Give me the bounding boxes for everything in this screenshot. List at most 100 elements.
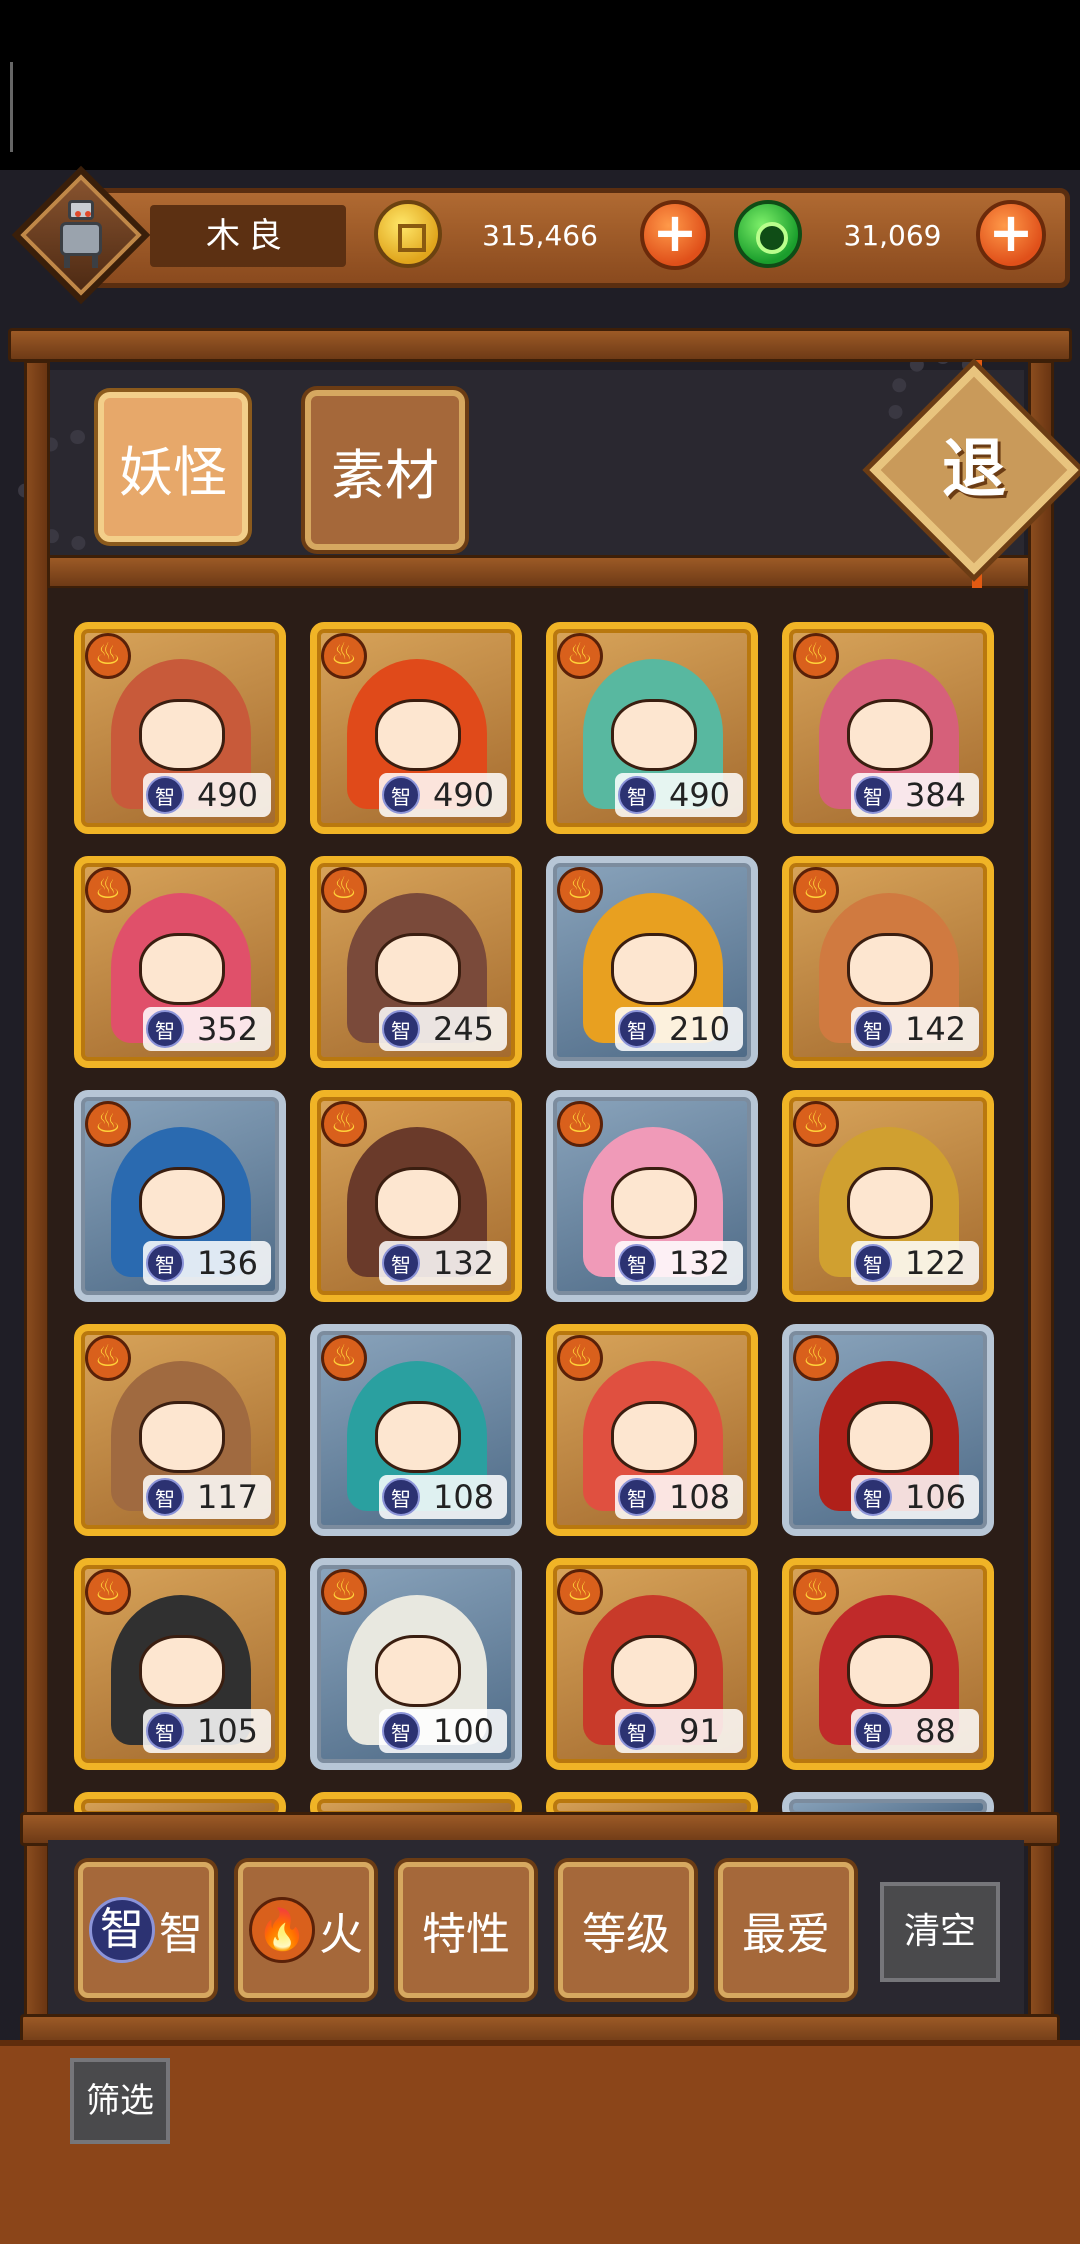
monster-face: [611, 1635, 697, 1707]
monster-card[interactable]: ♨ 智 108: [310, 1324, 522, 1536]
exit-label: 退: [942, 432, 1006, 507]
monster-card[interactable]: ♨ 智 490: [310, 622, 522, 834]
monster-face: [139, 699, 225, 771]
intelligence-icon: 智: [382, 1712, 420, 1750]
monster-card[interactable]: ♨ 智 490: [74, 622, 286, 834]
monster-card[interactable]: ♨ 智 100: [310, 1558, 522, 1770]
fire-icon: ♨: [793, 1569, 839, 1615]
stat-value: 122: [904, 1244, 967, 1282]
stat-value: 88: [915, 1712, 956, 1750]
monster-card[interactable]: ♨ 智 384: [782, 622, 994, 834]
fire-icon: ♨: [793, 867, 839, 913]
fire-icon: ♨: [321, 1569, 367, 1615]
intelligence-stat: 智 91: [615, 1709, 743, 1753]
stat-value: 352: [196, 1010, 259, 1048]
player-avatar[interactable]: [11, 165, 151, 305]
fire-icon: ♨: [321, 633, 367, 679]
fire-icon: ♨: [321, 867, 367, 913]
fire-icon: ♨: [85, 867, 131, 913]
stat-value: 108: [432, 1478, 495, 1516]
filter-favorite-button[interactable]: 最爱: [718, 1862, 854, 1998]
fire-icon: ♨: [557, 1569, 603, 1615]
intelligence-stat: 智 352: [143, 1007, 271, 1051]
fire-icon: ♨: [557, 633, 603, 679]
filter-level-button[interactable]: 等级: [558, 1862, 694, 1998]
stat-value: 490: [668, 776, 731, 814]
monster-card[interactable]: ♨ 智 132: [546, 1090, 758, 1302]
monster-face: [847, 1635, 933, 1707]
intelligence-stat: 智 245: [379, 1007, 507, 1051]
screen-button[interactable]: 筛选: [70, 2058, 170, 2144]
filter-trait-button[interactable]: 特性: [398, 1862, 534, 1998]
monster-face: [847, 699, 933, 771]
monster-face: [139, 933, 225, 1005]
intelligence-stat: 智 108: [615, 1475, 743, 1519]
monster-card[interactable]: ♨ 智 352: [74, 856, 286, 1068]
monster-card[interactable]: ♨ 智 122: [782, 1090, 994, 1302]
intelligence-icon: 智: [146, 1244, 184, 1282]
monster-card[interactable]: ♨ 智 106: [782, 1324, 994, 1536]
intelligence-stat: 智 106: [851, 1475, 979, 1519]
filter-intelligence-button[interactable]: 智 智: [78, 1862, 214, 1998]
fire-icon: ♨: [85, 1569, 131, 1615]
monster-card[interactable]: ♨ 智 108: [546, 1324, 758, 1536]
status-bar: [0, 0, 1080, 170]
monster-card[interactable]: ♨ 智 117: [74, 1324, 286, 1536]
intelligence-icon: 智: [854, 1712, 892, 1750]
intelligence-icon: 智: [382, 1010, 420, 1048]
intelligence-icon: 智: [618, 1712, 656, 1750]
monster-face: [611, 933, 697, 1005]
fire-icon: ♨: [793, 633, 839, 679]
intelligence-stat: 智 108: [379, 1475, 507, 1519]
fire-icon: ♨: [793, 1335, 839, 1381]
stat-value: 117: [196, 1478, 259, 1516]
monster-face: [139, 1167, 225, 1239]
tab-materials[interactable]: 素材: [305, 390, 465, 550]
stat-value: 210: [668, 1010, 731, 1048]
monster-face: [375, 1401, 461, 1473]
intelligence-icon: 智: [854, 1478, 892, 1516]
stat-value: 100: [432, 1712, 495, 1750]
add-jade-button[interactable]: +: [976, 200, 1046, 270]
fire-icon: ♨: [85, 1101, 131, 1147]
intelligence-stat: 智 210: [615, 1007, 743, 1051]
intelligence-icon: 智: [89, 1897, 155, 1963]
monster-card[interactable]: ♨ 智 142: [782, 856, 994, 1068]
fire-icon: ♨: [321, 1101, 367, 1147]
add-coins-button[interactable]: +: [640, 200, 710, 270]
filter-fire-button[interactable]: 🔥 火: [238, 1862, 374, 1998]
fire-icon: ♨: [321, 1335, 367, 1381]
monster-card[interactable]: ♨ 智 490: [546, 622, 758, 834]
monster-card[interactable]: ♨ 智 91: [546, 1558, 758, 1770]
intelligence-stat: 智 142: [851, 1007, 979, 1051]
coin-icon: [374, 200, 442, 268]
monster-card[interactable]: ♨ 智 132: [310, 1090, 522, 1302]
fire-icon: ♨: [793, 1101, 839, 1147]
intelligence-icon: 智: [854, 1010, 892, 1048]
intelligence-icon: 智: [618, 1010, 656, 1048]
clear-filters-button[interactable]: 清空: [880, 1882, 1000, 1982]
monster-card[interactable]: ♨ 智 105: [74, 1558, 286, 1770]
monster-card[interactable]: ♨ 智 136: [74, 1090, 286, 1302]
monster-card[interactable]: ♨ 智 245: [310, 856, 522, 1068]
tab-monsters[interactable]: 妖怪: [98, 392, 248, 542]
robot-avatar-icon: [56, 200, 106, 270]
stat-value: 490: [196, 776, 259, 814]
jade-icon: [734, 200, 802, 268]
status-bar-divider: [10, 62, 13, 152]
monster-card[interactable]: ♨ 智 88: [782, 1558, 994, 1770]
frame-beam-top: [8, 328, 1072, 362]
filter-label: 火: [319, 1909, 363, 1960]
stat-value: 91: [679, 1712, 720, 1750]
monster-face: [139, 1401, 225, 1473]
monster-face: [375, 1635, 461, 1707]
monster-face: [139, 1635, 225, 1707]
stat-value: 105: [196, 1712, 259, 1750]
intelligence-stat: 智 88: [851, 1709, 979, 1753]
filter-label: 智: [159, 1909, 203, 1960]
monster-card[interactable]: ♨ 智 210: [546, 856, 758, 1068]
monster-grid[interactable]: ♨ 智 490 ♨ 智 490 ♨ 智 490 ♨ 智 384 ♨ 智 352 ♨ 智 245 ♨ 智 210 ♨ 智 142…: [48, 588, 1024, 1820]
player-name: 木良: [150, 205, 346, 267]
stat-value: 132: [432, 1244, 495, 1282]
jade-amount: 31,069: [843, 219, 942, 252]
